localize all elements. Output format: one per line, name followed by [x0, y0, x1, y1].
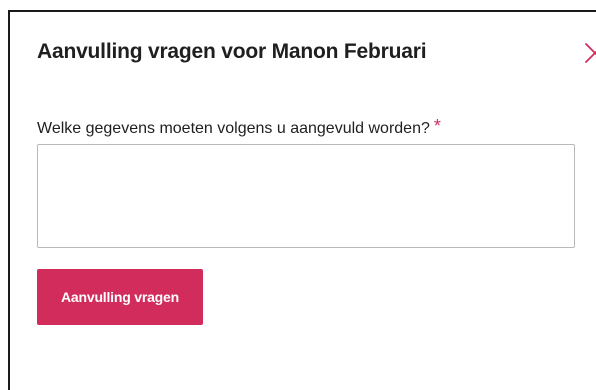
supplement-details-textarea[interactable]: [37, 144, 575, 248]
request-supplement-dialog: Aanvulling vragen voor Manon Februari We…: [8, 10, 596, 390]
background-strip: [0, 0, 596, 10]
close-button[interactable]: [584, 42, 596, 64]
close-icon: [585, 43, 596, 63]
dialog-title: Aanvulling vragen voor Manon Februari: [37, 40, 427, 63]
field-label-row: Welke gegevens moeten volgens u aangevul…: [37, 116, 441, 138]
field-label: Welke gegevens moeten volgens u aangevul…: [37, 120, 430, 137]
required-marker: *: [433, 116, 441, 136]
request-supplement-button[interactable]: Aanvulling vragen: [37, 269, 203, 325]
